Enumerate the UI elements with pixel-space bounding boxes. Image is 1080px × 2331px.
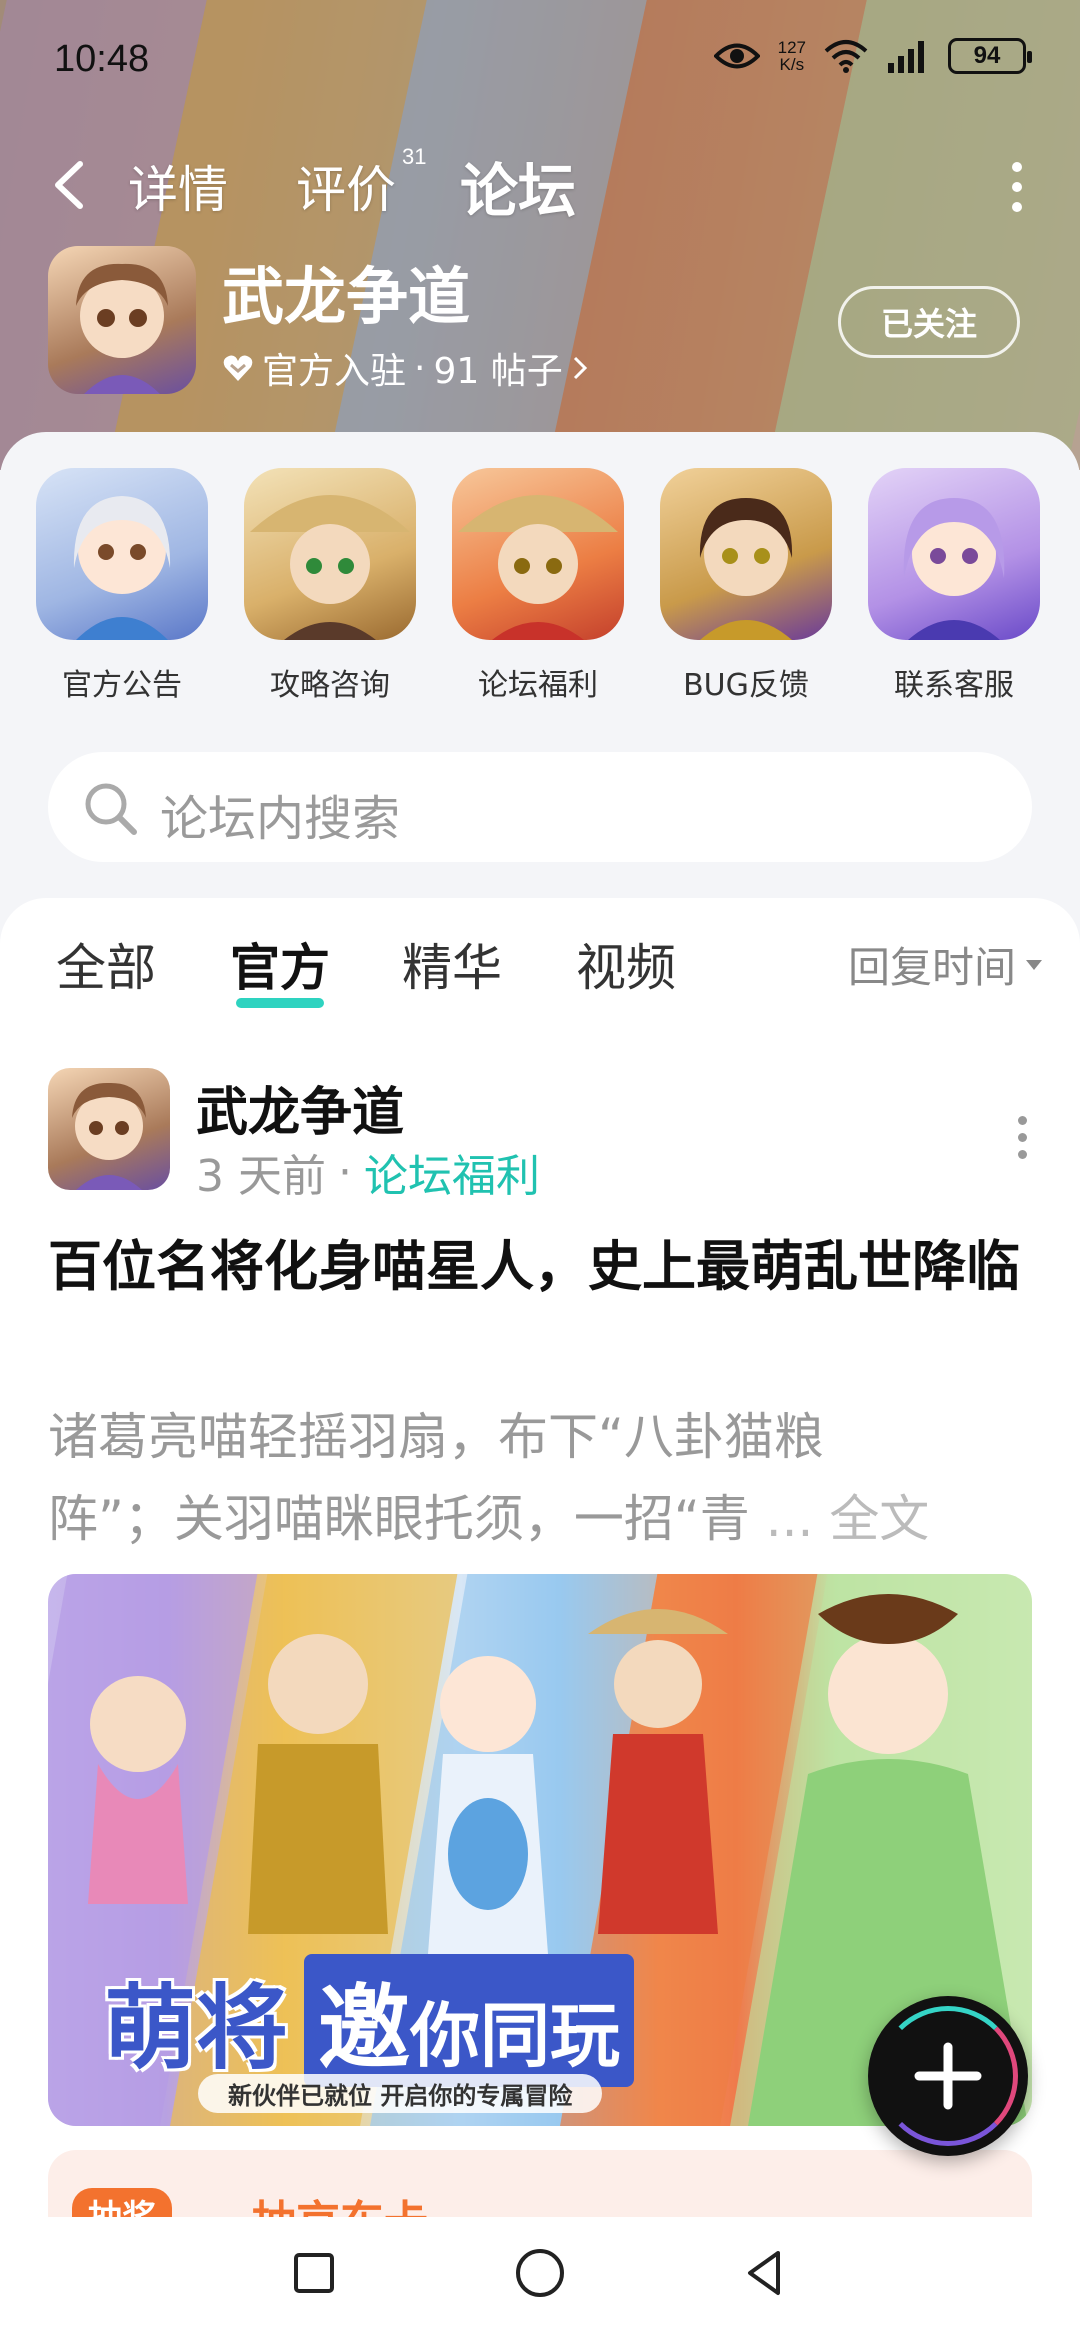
filter-tab-featured[interactable]: 精华	[402, 928, 502, 1000]
banner-subtitle: 新伙伴已就位 开启你的专属冒险	[198, 2074, 603, 2113]
tab-reviews[interactable]: 评价	[296, 150, 396, 222]
status-time: 10:48	[54, 38, 150, 80]
post-time: 3 天前	[196, 1151, 326, 1202]
eye-icon	[713, 43, 760, 69]
announcements-thumbnail	[36, 468, 208, 640]
quick-link-bug-report[interactable]: BUG反馈	[660, 468, 832, 704]
quick-link-guides[interactable]: 攻略咨询	[244, 468, 416, 704]
back-arrow-icon[interactable]	[48, 160, 92, 210]
search-input[interactable]: 论坛内搜索	[160, 779, 400, 849]
status-bar: 10:48 127 K/s 94	[54, 38, 1032, 88]
post-excerpt-line: 诸葛亮喵轻摇羽扇，布下“八卦猫粮	[48, 1408, 824, 1466]
create-post-button[interactable]	[868, 1996, 1028, 2156]
excerpt-ellipsis: ...	[765, 1490, 814, 1548]
quick-link-label: 攻略咨询	[270, 668, 390, 703]
back-icon[interactable]	[734, 2241, 798, 2305]
tab-details[interactable]: 详情	[128, 150, 228, 222]
quick-link-label: 联系客服	[894, 668, 1014, 703]
quick-link-customer-service[interactable]: 联系客服	[868, 468, 1040, 704]
read-full-link[interactable]: 全文	[829, 1490, 929, 1548]
top-nav: 详情 评价 31 论坛	[0, 140, 1080, 230]
quick-link-forum-perks[interactable]: 论坛福利	[452, 468, 624, 704]
post-author-name[interactable]: 武龙争道	[196, 1070, 404, 1145]
post-more-icon[interactable]	[1016, 1116, 1028, 1159]
bug-report-thumbnail	[660, 468, 832, 640]
tab-forum[interactable]: 论坛	[460, 144, 577, 228]
home-icon[interactable]	[508, 2241, 572, 2305]
game-meta[interactable]: 官方入驻 · 91 帖子	[222, 342, 589, 394]
filter-tab-all[interactable]: 全部	[56, 928, 156, 1000]
game-logo[interactable]	[48, 246, 196, 394]
official-label: 官方入驻	[262, 351, 407, 392]
follow-button[interactable]: 已关注	[838, 286, 1020, 358]
meta-separator: ·	[414, 347, 426, 389]
sort-label: 回复时间	[847, 943, 1016, 992]
author-avatar[interactable]	[48, 1068, 170, 1190]
battery-indicator: 94	[948, 38, 1032, 74]
wifi-icon	[824, 40, 868, 73]
filter-tab-official[interactable]: 官方	[230, 928, 330, 1008]
quick-link-label: BUG反馈	[683, 668, 809, 703]
tab-forum-label: 论坛	[460, 157, 577, 225]
plus-icon	[914, 2042, 982, 2110]
quick-link-label: 官方公告	[62, 668, 182, 703]
guides-thumbnail	[244, 468, 416, 640]
more-options-icon[interactable]	[1010, 162, 1024, 214]
quick-links: 官方公告 攻略咨询 论坛福利 BUG反馈 联系客服	[0, 468, 1080, 708]
post-excerpt[interactable]: 诸葛亮喵轻摇羽扇，布下“八卦猫粮 阵”；关羽喵眯眼托须，一招“青 ... 全文	[48, 1396, 1032, 1560]
game-header: 武龙争道 官方入驻 · 91 帖子 已关注	[48, 246, 1032, 396]
post-excerpt-line: 阵”；关羽喵眯眼托须，一招“青	[48, 1490, 750, 1548]
caret-down-icon	[1026, 959, 1042, 970]
quick-link-announcements[interactable]: 官方公告	[36, 468, 208, 704]
active-filter-indicator	[236, 998, 324, 1008]
banner-title-part: 邀你同玩	[304, 1954, 635, 2087]
signal-icon	[888, 41, 924, 73]
network-speed: 127 K/s	[777, 38, 806, 74]
post-meta: 3 天前 · 论坛福利	[196, 1140, 540, 1204]
post-category[interactable]: 论坛福利	[364, 1140, 540, 1204]
recent-apps-icon[interactable]	[282, 2241, 346, 2305]
game-title: 武龙争道	[222, 260, 471, 333]
sort-dropdown[interactable]: 回复时间	[848, 934, 1042, 995]
system-navigation-bar	[0, 2217, 1080, 2331]
meta-separator: ·	[337, 1146, 352, 1198]
forum-search-bar[interactable]: 论坛内搜索	[48, 752, 1032, 862]
customer-service-thumbnail	[868, 468, 1040, 640]
filter-tab-official-label: 官方	[230, 939, 330, 997]
quick-link-label: 论坛福利	[478, 668, 598, 703]
chevron-right-icon	[573, 356, 587, 380]
banner-title: 萌将 邀你同玩	[104, 1954, 635, 2087]
post-title[interactable]: 百位名将化身喵星人，史上最萌乱世降临	[48, 1226, 1032, 1308]
post-count: 91 帖子	[433, 351, 563, 392]
search-icon	[85, 783, 137, 835]
banner-title-part: 萌将	[104, 1974, 289, 2082]
filter-tab-video[interactable]: 视频	[576, 928, 676, 1000]
verified-heart-icon	[223, 355, 253, 381]
reviews-count-badge: 31	[402, 144, 427, 169]
forum-perks-thumbnail	[452, 468, 624, 640]
